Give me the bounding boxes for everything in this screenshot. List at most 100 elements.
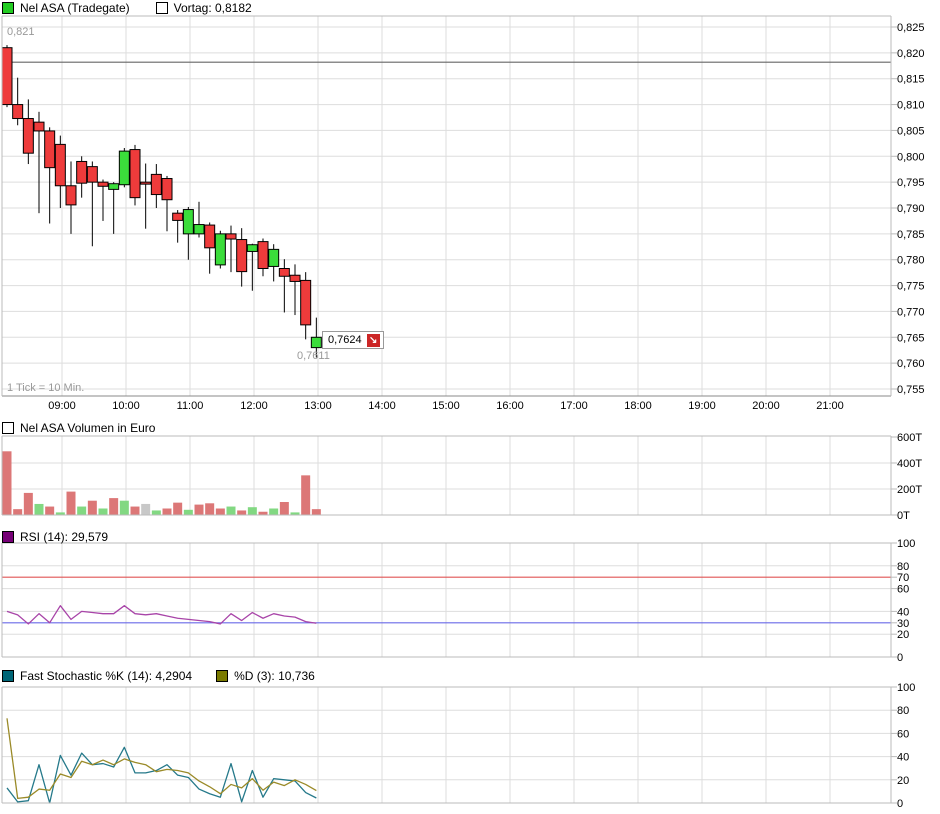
axis-tick-label: 0,755 bbox=[897, 384, 925, 396]
volume-label: Nel ASA Volumen in Euro bbox=[20, 421, 155, 435]
axis-tick-label: 0,780 bbox=[897, 255, 925, 267]
series-label: Nel ASA (Tradegate) bbox=[20, 1, 130, 15]
volume-bar bbox=[184, 510, 193, 515]
stochastic-d-label: %D (3): 10,736 bbox=[234, 669, 315, 683]
axis-tick-label: 0,805 bbox=[897, 125, 925, 137]
price-down-arrow-icon: ↘ bbox=[367, 334, 380, 347]
axis-tick-label: 60 bbox=[897, 728, 909, 740]
last-price-value: 0,7624 bbox=[328, 334, 362, 346]
volume-bar bbox=[163, 509, 172, 516]
volume-legend: Nel ASA Volumen in Euro bbox=[2, 421, 155, 435]
time-tick-label: 19:00 bbox=[688, 400, 716, 412]
candle bbox=[194, 225, 204, 234]
axis-tick-label: 0,810 bbox=[897, 100, 925, 112]
volume-bar bbox=[216, 509, 225, 516]
rsi-legend: RSI (14): 29,579 bbox=[2, 530, 108, 544]
candle bbox=[258, 242, 268, 269]
stochastic-panel: 100 80 60 40 20 0 bbox=[2, 682, 915, 810]
open-price-label: 0,821 bbox=[7, 26, 35, 38]
time-tick-label: 18:00 bbox=[624, 400, 652, 412]
axis-tick-label: 20 bbox=[897, 775, 909, 787]
candle bbox=[34, 122, 44, 131]
candle bbox=[109, 184, 119, 190]
candle bbox=[301, 280, 311, 324]
volume-bar bbox=[88, 501, 97, 515]
axis-tick-label: 0 bbox=[897, 798, 903, 810]
candle bbox=[2, 48, 12, 105]
volume-bar bbox=[195, 505, 204, 515]
stoch-k-line bbox=[7, 747, 316, 803]
rsi-panel: 1008070604030200 bbox=[2, 538, 915, 664]
candle bbox=[226, 234, 236, 239]
candle bbox=[77, 161, 87, 183]
rsi-label: RSI (14): 29,579 bbox=[20, 530, 108, 544]
axis-tick-label: 0,775 bbox=[897, 281, 925, 293]
volume-panel: 600T400T200T0T bbox=[2, 432, 922, 522]
time-tick-label: 13:00 bbox=[304, 400, 332, 412]
axis-tick-label: 0,795 bbox=[897, 177, 925, 189]
axis-tick-label: 40 bbox=[897, 606, 909, 618]
volume-bar bbox=[35, 504, 44, 515]
time-tick-label: 10:00 bbox=[112, 400, 140, 412]
time-tick-label: 11:00 bbox=[177, 400, 204, 412]
axis-tick-label: 0,770 bbox=[897, 306, 925, 318]
candle bbox=[23, 119, 33, 154]
stochastic-k-swatch-icon bbox=[2, 670, 14, 682]
candle bbox=[237, 240, 247, 272]
volume-bar bbox=[152, 510, 161, 515]
candle bbox=[87, 167, 97, 183]
candle bbox=[215, 234, 225, 265]
stochastic-d-swatch-icon bbox=[216, 670, 228, 682]
axis-tick-label: 0,760 bbox=[897, 358, 925, 370]
time-tick-label: 20:00 bbox=[752, 400, 780, 412]
volume-bar bbox=[269, 509, 278, 516]
volume-bar bbox=[77, 507, 86, 515]
volume-bar bbox=[3, 451, 12, 515]
candle bbox=[183, 210, 193, 234]
axis-tick-label: 0,815 bbox=[897, 74, 925, 86]
time-tick-label: 14:00 bbox=[368, 400, 396, 412]
axis-tick-label: 0,800 bbox=[897, 151, 925, 163]
axis-tick-label: 30 bbox=[897, 618, 909, 630]
stochastic-k-label: Fast Stochastic %K (14): 4,2904 bbox=[20, 669, 192, 683]
volume-bar bbox=[248, 507, 257, 515]
chart-canvas: 0,8250,8200,8150,8100,8050,8000,7950,790… bbox=[0, 0, 940, 814]
candle bbox=[130, 150, 140, 198]
axis-tick-label: 0,765 bbox=[897, 332, 925, 344]
time-tick-label: 17:00 bbox=[560, 400, 588, 412]
axis-tick-label: 100 bbox=[897, 682, 915, 694]
volume-bar bbox=[109, 498, 118, 515]
axis-tick-label: 60 bbox=[897, 584, 909, 596]
candle bbox=[279, 269, 289, 277]
time-tick-label: 15:00 bbox=[432, 400, 460, 412]
volume-bar bbox=[13, 509, 22, 515]
volume-bar bbox=[141, 504, 150, 515]
series-swatch-icon bbox=[2, 2, 14, 14]
axis-tick-label: 0 bbox=[897, 652, 903, 664]
volume-bar bbox=[131, 507, 140, 515]
axis-tick-label: 20 bbox=[897, 629, 909, 641]
volume-bar bbox=[301, 475, 310, 515]
volume-bar bbox=[173, 503, 182, 515]
candle bbox=[98, 182, 108, 186]
candle bbox=[151, 174, 161, 194]
axis-tick-label: 80 bbox=[897, 561, 909, 573]
axis-tick-label: 40 bbox=[897, 752, 909, 764]
volume-bar bbox=[67, 492, 76, 515]
volume-bar bbox=[24, 493, 33, 515]
axis-tick-label: 0,785 bbox=[897, 229, 925, 241]
price-panel: 0,8250,8200,8150,8100,8050,8000,7950,790… bbox=[2, 16, 925, 412]
axis-tick-label: 80 bbox=[897, 705, 909, 717]
vortag-swatch-icon bbox=[156, 2, 168, 14]
axis-tick-label: 0,825 bbox=[897, 22, 925, 34]
candle bbox=[141, 182, 151, 184]
candle bbox=[66, 186, 76, 205]
volume-bar bbox=[45, 507, 54, 515]
candle bbox=[119, 151, 129, 185]
vortag-label: Vortag: 0,8182 bbox=[174, 1, 252, 15]
tick-interval-note: 1 Tick = 10 Min. bbox=[7, 382, 84, 394]
candle bbox=[162, 179, 172, 200]
candle bbox=[173, 213, 183, 220]
candle bbox=[311, 337, 321, 347]
axis-tick-label: 0,820 bbox=[897, 48, 925, 60]
